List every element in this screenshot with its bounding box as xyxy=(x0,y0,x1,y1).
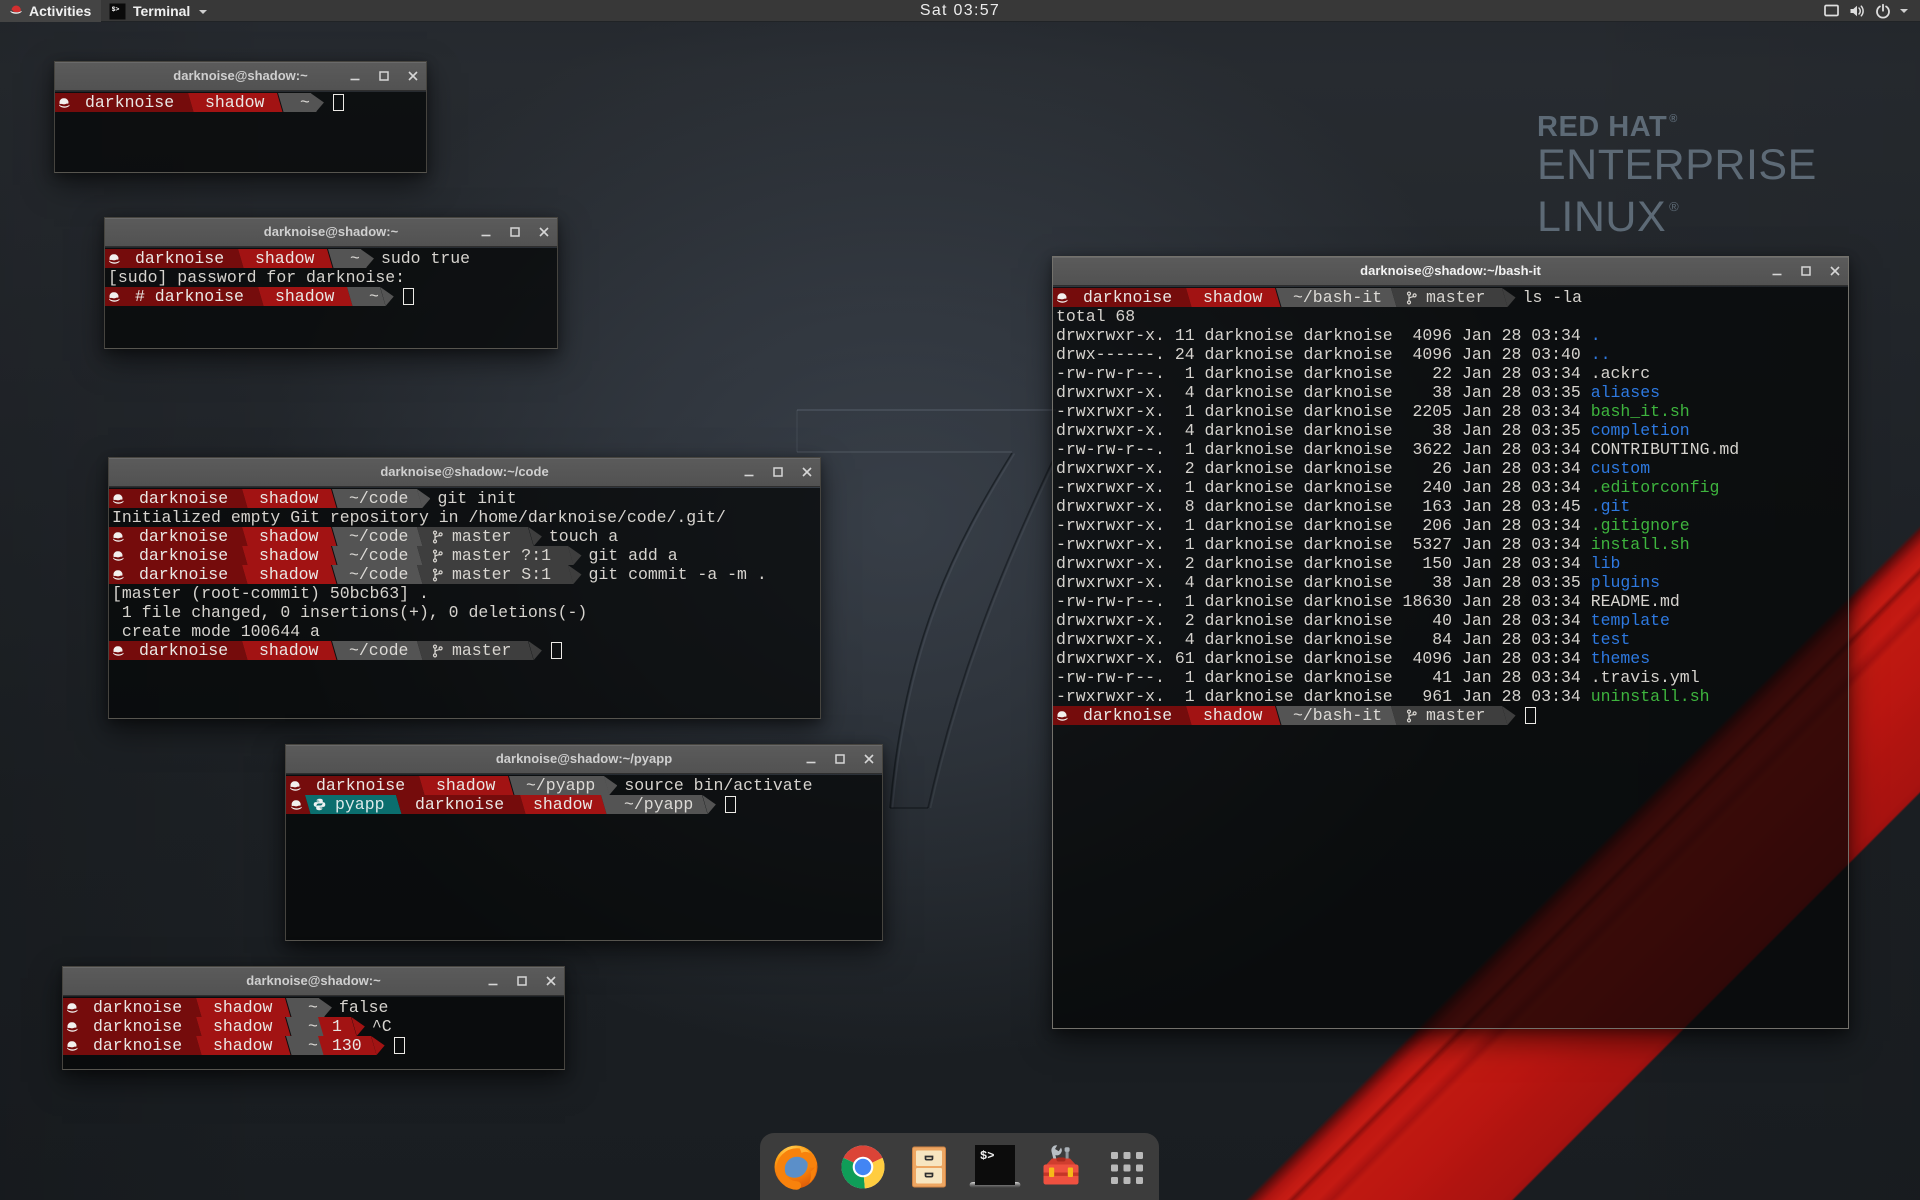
svg-text:$>: $> xyxy=(980,1149,994,1163)
